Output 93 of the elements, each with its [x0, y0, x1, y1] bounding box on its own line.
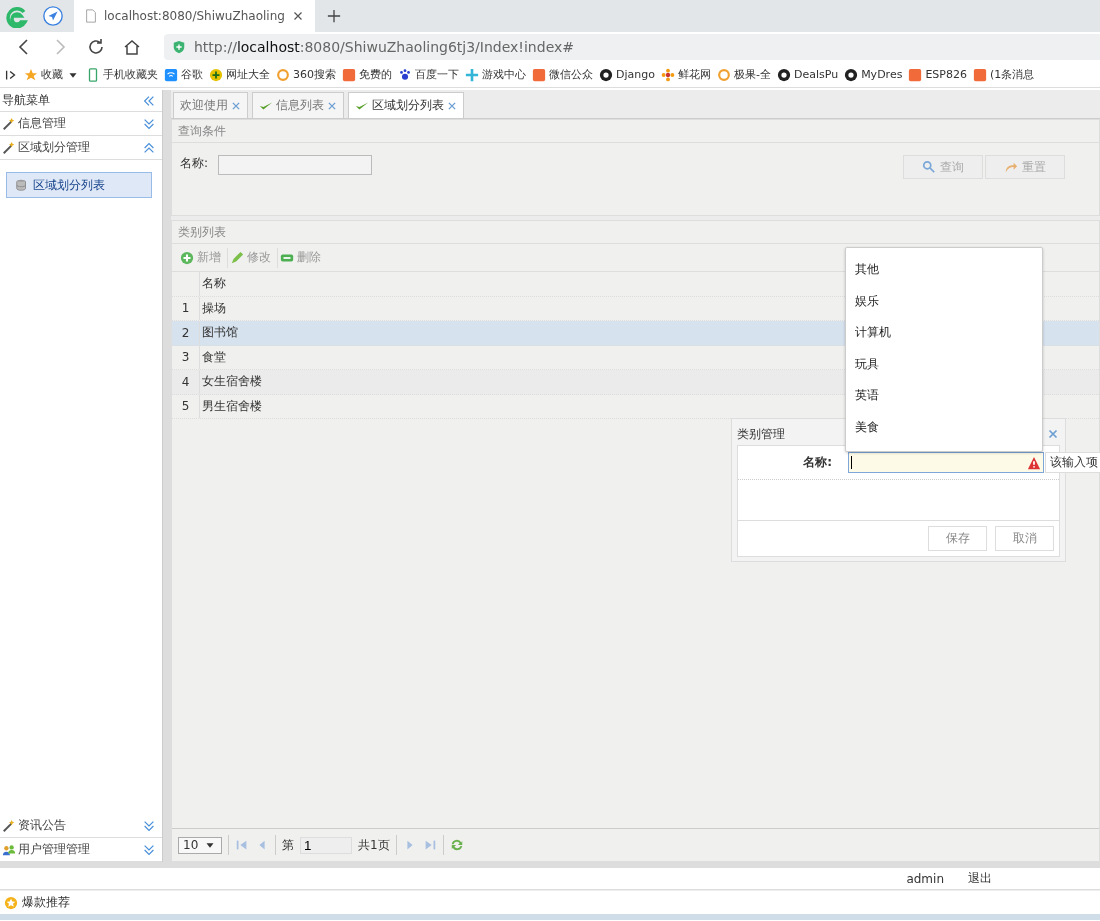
promo-link[interactable]: 爆款推荐: [22, 894, 70, 911]
wand-icon: [2, 140, 16, 155]
users-icon: [2, 842, 16, 857]
ring-icon: [716, 67, 731, 82]
dialog-title: 类别管理: [737, 425, 785, 443]
plus-circle-icon: [209, 67, 223, 82]
plus-icon: [180, 250, 194, 265]
square-icon: [342, 67, 356, 82]
page-total: 共1页: [358, 836, 390, 854]
round-logo-icon: [599, 67, 613, 82]
logout-link[interactable]: 退出: [968, 870, 992, 887]
table-cell-text: 男生宿舍楼: [201, 397, 262, 415]
page-number-field[interactable]: 1: [300, 836, 352, 854]
url-text: http://localhost:8080/ShiwuZhaoling6tj3/Index!index#: [194, 39, 574, 55]
row-number: 1: [172, 296, 200, 320]
bookmark-link[interactable]: 鲜花网: [677, 67, 711, 82]
table-cell-text: 食堂: [201, 348, 226, 366]
browser-tab[interactable]: localhost:8080/ShiwuZhaoling: [74, 0, 315, 32]
star-icon: [24, 67, 38, 82]
tab[interactable]: 区域划分列表: [348, 92, 464, 118]
field-label: 名称:: [180, 155, 209, 172]
bookmark-link[interactable]: 微信公众: [549, 67, 593, 82]
panel-title: 类别列表: [172, 221, 1099, 244]
bookmark-link[interactable]: 手机收藏夹: [103, 67, 158, 82]
username: admin: [906, 871, 944, 886]
database-icon: [15, 178, 29, 192]
star-badge-icon: [4, 895, 18, 910]
table-cell-text: 操场: [201, 299, 226, 317]
row-number: 4: [172, 370, 200, 394]
curved-arrow-icon: [1004, 160, 1018, 174]
table-cell-text: 图书馆: [201, 324, 238, 342]
shield-icon: [172, 40, 186, 54]
row-number: 2: [172, 321, 200, 345]
square-icon: [532, 67, 546, 82]
accordion-header[interactable]: 信息管理: [0, 112, 162, 136]
cancel-button[interactable]: 取消: [995, 526, 1054, 551]
paw-icon: [398, 67, 412, 82]
suggestion-item[interactable]: 其他: [846, 254, 1042, 286]
page-label: 第: [282, 836, 294, 854]
accordion-header[interactable]: 区域划分管理: [0, 136, 162, 160]
bookmark-link[interactable]: DealsPu: [793, 68, 839, 81]
round-logo-icon: [776, 67, 791, 82]
home-icon[interactable]: [122, 37, 142, 57]
bookmark-link[interactable]: 谷歌: [181, 67, 203, 82]
bookmark-link[interactable]: 游戏中心: [482, 67, 526, 82]
page-icon: [84, 9, 98, 23]
collapse-icon[interactable]: [142, 93, 156, 108]
flower-icon: [660, 67, 675, 82]
collapse-icon[interactable]: [142, 140, 156, 155]
browser-logo-icon[interactable]: [4, 4, 28, 28]
bookmark-link[interactable]: Django: [616, 68, 655, 81]
bookmark-link[interactable]: ESP826: [925, 68, 967, 81]
bookmark-link[interactable]: 网址大全: [226, 67, 270, 82]
name-input-field[interactable]: [848, 452, 1044, 473]
ring-icon: [276, 67, 290, 82]
column-header[interactable]: 名称: [200, 275, 226, 293]
bookmark-link[interactable]: 极果-全: [733, 67, 771, 82]
pencil-icon: [230, 250, 244, 265]
bookmark-link[interactable]: (1条消息: [989, 67, 1035, 82]
field-label: 名称:: [802, 454, 833, 471]
phone-icon: [86, 67, 100, 82]
row-number: 5: [172, 394, 200, 418]
square-icon: [972, 67, 987, 82]
menu-item[interactable]: 区域划分列表: [6, 172, 152, 198]
page-size-select[interactable]: 10: [178, 836, 222, 854]
first-page-icon[interactable]: [235, 838, 249, 852]
tab[interactable]: 信息列表: [252, 92, 344, 118]
wand-icon: [2, 116, 16, 131]
table-cell-text: 女生宿舍楼: [201, 373, 262, 391]
round-logo-icon: [844, 67, 859, 82]
tab[interactable]: 欢迎使用: [173, 92, 248, 118]
search-icon: [922, 160, 936, 174]
bookmark-link[interactable]: 收藏: [41, 67, 63, 82]
wifi-icon: [164, 67, 178, 82]
wand-icon: [2, 818, 16, 833]
bookmark-link[interactable]: MyDres: [861, 68, 903, 81]
reload-icon[interactable]: [86, 37, 106, 57]
cross-icon: [465, 67, 479, 82]
bookmark-link[interactable]: 免费的: [359, 67, 392, 82]
accordion-header[interactable]: 资讯公告: [0, 814, 162, 838]
new-tab-icon[interactable]: [326, 9, 341, 23]
square-icon: [908, 67, 923, 82]
save-button[interactable]: 保存: [928, 526, 987, 551]
bookmark-link[interactable]: 360搜索: [293, 67, 336, 82]
panel-title: 查询条件: [172, 120, 1099, 143]
validation-tooltip: 该输入项: [1045, 452, 1100, 473]
accordion-header[interactable]: 用户管理管理: [0, 838, 162, 862]
sidebar-title: 导航菜单: [2, 92, 50, 109]
row-number: 3: [172, 345, 200, 369]
address-bar[interactable]: http://localhost:8080/ShiwuZhaoling6tj3/Index!index#: [164, 34, 1100, 60]
refresh-icon[interactable]: [449, 838, 464, 852]
bookmark-link[interactable]: 百度一下: [415, 67, 459, 82]
name-input-field[interactable]: [218, 155, 373, 175]
